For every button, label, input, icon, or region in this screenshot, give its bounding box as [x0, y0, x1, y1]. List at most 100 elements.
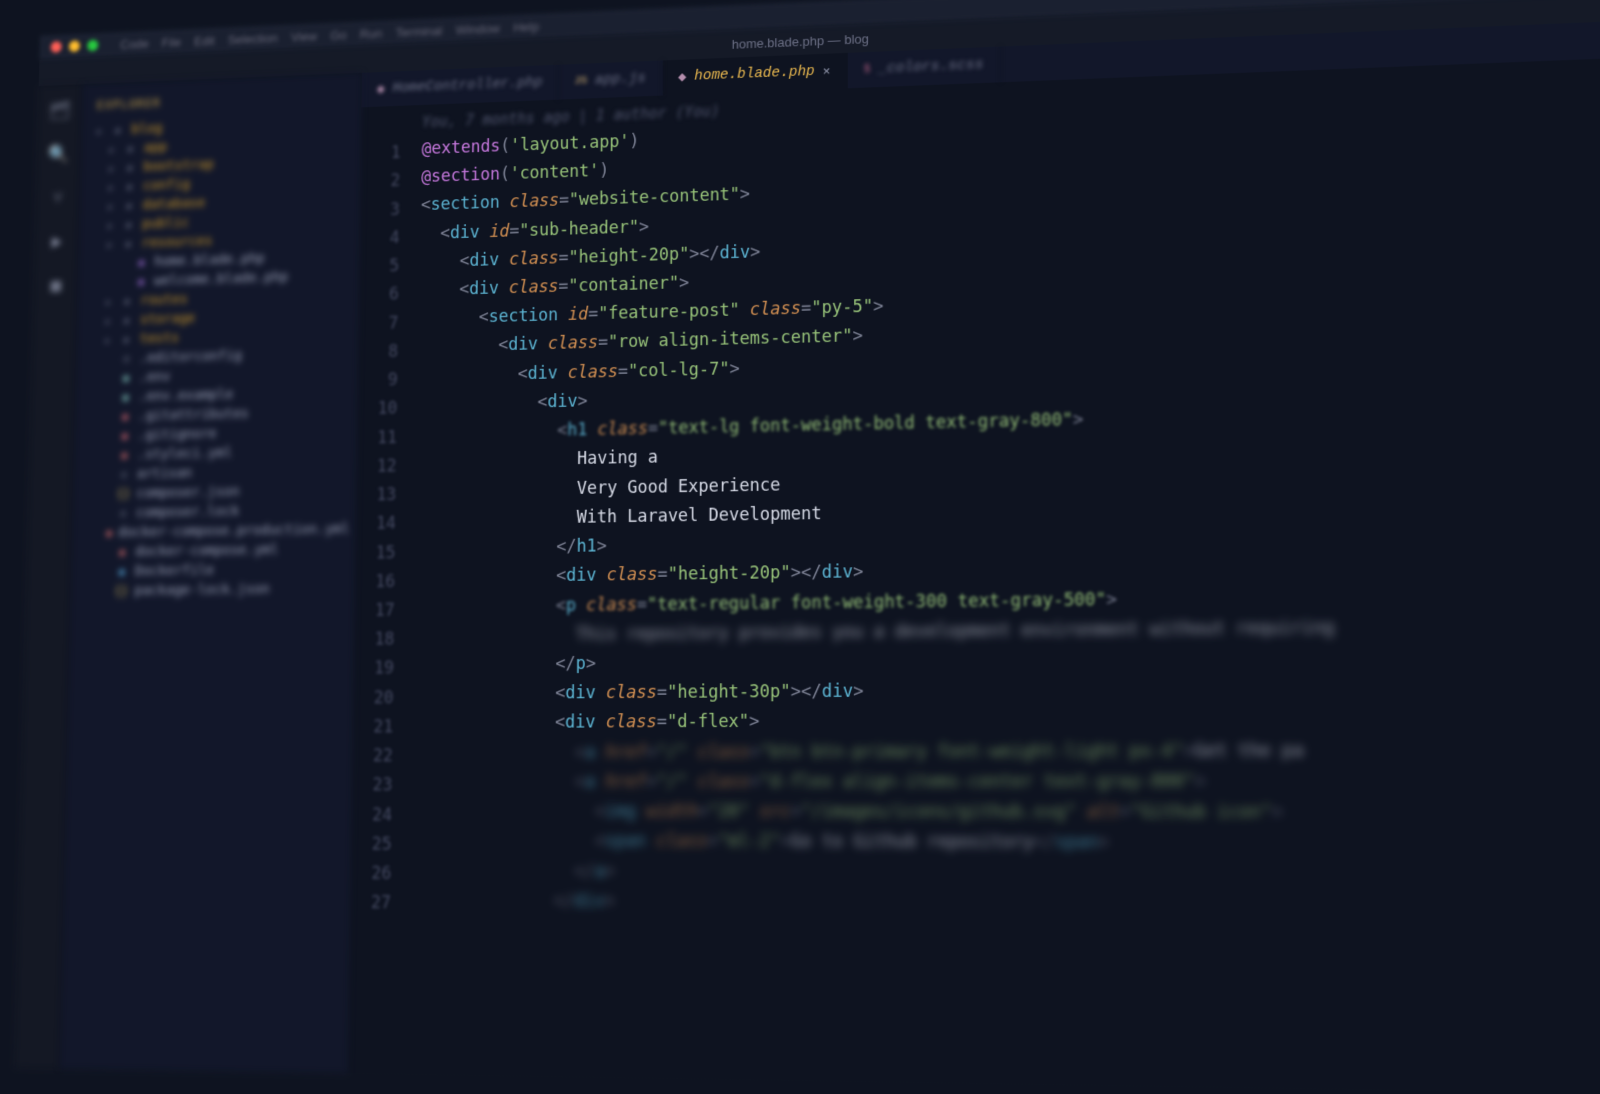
file-label: composer.json	[136, 484, 239, 501]
code-line[interactable]: <img width="20" src="/images/icons/githu…	[413, 798, 1600, 830]
chevron-right-icon: ▸	[108, 181, 117, 194]
js-file-icon: JS	[574, 75, 587, 87]
docker-file-icon: ◆	[114, 565, 129, 579]
menu-item[interactable]: Run	[360, 26, 383, 41]
file-label: .gitattributes	[138, 406, 249, 424]
generic-file-icon: ▫	[119, 352, 134, 366]
file-label: .editorconfig	[139, 348, 242, 366]
menu-item[interactable]: View	[291, 29, 317, 44]
extensions-icon[interactable]: ▦	[44, 272, 68, 297]
explorer-panel: EXPLORER ▸▸blog▸▸app▸▸bootstrap▸▸config▸…	[60, 73, 362, 1073]
menu-item[interactable]: Selection	[228, 30, 278, 46]
json-file-icon: {}	[116, 487, 131, 501]
menu-item[interactable]: Help	[513, 19, 539, 35]
code-line[interactable]: <span class="ml-2">Go to Github reposito…	[413, 827, 1600, 861]
code-line[interactable]: </div>	[412, 886, 1600, 924]
file-label: Dockerfile	[135, 563, 215, 580]
tab-label: app.js	[595, 71, 646, 89]
minimize-window-icon[interactable]	[69, 40, 80, 52]
file-label: app	[144, 140, 168, 156]
menu-item[interactable]: File	[162, 34, 182, 49]
file-label: tests	[140, 330, 180, 346]
code-content[interactable]: You, 7 months ago | 1 author (You)@exten…	[406, 64, 1600, 1094]
menu-item[interactable]: Window	[456, 21, 500, 37]
file-label: docker-compose.yml	[135, 542, 278, 560]
explorer-icon[interactable]: 🗂	[48, 98, 72, 123]
editor-group: ◆ HomeController.php JS app.js ◆ home.blade.p…	[348, 21, 1600, 1094]
chevron-right-icon: ▸	[107, 219, 117, 232]
file-label: .gitignore	[138, 426, 217, 443]
chevron-right-icon: ▸	[96, 124, 105, 137]
file-label: .styleci.yml	[137, 445, 232, 462]
env-file-icon: ◆	[118, 371, 133, 385]
close-tab-icon[interactable]: ×	[823, 64, 831, 79]
line-number-gutter: 1234567891011121314151617181920212223242…	[348, 111, 419, 1074]
menu-item[interactable]: Terminal	[396, 23, 443, 39]
file-label: resources	[142, 233, 213, 251]
chevron-right-icon: ▸	[105, 314, 115, 327]
folder-file-icon: ▸	[122, 218, 137, 232]
file-label: .env.example	[138, 387, 233, 405]
chevron-right-icon: ▸	[108, 162, 117, 175]
search-icon[interactable]: 🔍	[47, 141, 71, 166]
json-file-icon: {}	[114, 584, 129, 598]
menu-item[interactable]: Edit	[194, 33, 215, 48]
scss-file-icon: §	[863, 64, 870, 76]
code-line[interactable]: <a href="/" class="d-flex align-items-ce…	[414, 766, 1600, 797]
file-label: database	[142, 195, 205, 212]
editor-tab[interactable]: § _colors.scss	[847, 47, 1000, 89]
chevron-right-icon: ▸	[106, 238, 116, 251]
file-label: docker-compose.production.yml	[118, 521, 350, 540]
yml-file-icon: ◆	[115, 545, 130, 559]
folder-file-icon: ▸	[111, 123, 126, 137]
folder-file-icon: ▸	[122, 180, 137, 194]
code-line[interactable]: <div class="d-flex">	[414, 704, 1600, 739]
menu-item[interactable]: Go	[330, 27, 347, 42]
file-label: package-lock.json	[134, 581, 270, 598]
php-file-icon: ◆	[678, 70, 686, 84]
git-file-icon: ◆	[117, 410, 132, 424]
file-label: home.blade.php	[154, 251, 265, 270]
code-line[interactable]: <a href="/" class="btn btn-primary font-…	[414, 735, 1600, 768]
generic-file-icon: ▫	[115, 506, 130, 520]
file-label: bootstrap	[143, 157, 214, 175]
file-label: public	[142, 215, 189, 232]
chevron-right-icon: ▸	[107, 200, 117, 213]
git-file-icon: ◆	[117, 429, 132, 443]
env-file-icon: ◆	[118, 390, 133, 404]
menu-item[interactable]: Code	[120, 36, 149, 51]
file-item[interactable]: {} package-lock.json	[78, 579, 347, 602]
file-label: composer.lock	[136, 504, 239, 521]
tab-label: home.blade.php	[694, 64, 815, 84]
file-label: routes	[140, 292, 187, 309]
folder-file-icon: ▸	[120, 294, 135, 308]
php-file-icon: ◆	[134, 255, 149, 269]
source-control-icon[interactable]: ⑂	[46, 185, 70, 210]
zoom-window-icon[interactable]	[87, 40, 98, 52]
file-label: welcome.blade.php	[154, 269, 289, 288]
folder-file-icon: ▸	[123, 161, 138, 175]
yml-file-icon: ◆	[117, 448, 132, 462]
folder-file-icon: ▸	[122, 199, 137, 213]
close-window-icon[interactable]	[51, 41, 62, 53]
tab-label: HomeController.php	[392, 75, 542, 96]
file-tree: ▸ ▸ blog ▸ ▸ app ▸ ▸ bootstrap ▸ ▸ config ▸ ▸ database…	[78, 111, 354, 601]
code-editor[interactable]: 1234567891011121314151617181920212223242…	[348, 58, 1600, 1094]
window-title-text: home.blade.php — blog	[732, 31, 869, 51]
debug-icon[interactable]: ▶	[45, 228, 69, 253]
generic-file-icon: ▫	[116, 468, 131, 482]
folder-file-icon: ▸	[121, 237, 136, 251]
editor-tab[interactable]: JS app.js	[559, 60, 663, 99]
yml-file-icon: ◆	[106, 526, 113, 540]
file-label: .env	[139, 369, 171, 385]
folder-file-icon: ▸	[123, 142, 138, 156]
file-label: artisan	[137, 465, 193, 482]
file-label: blog	[131, 121, 162, 137]
window-controls[interactable]	[51, 40, 99, 53]
tab-label: _colors.scss	[878, 57, 983, 77]
file-label: config	[143, 177, 190, 194]
file-label: storage	[140, 311, 195, 328]
editor-window: Code File Edit Selection View Go Run Ter…	[15, 0, 1600, 1094]
php-file-icon: ◆	[377, 82, 385, 96]
chevron-right-icon: ▸	[104, 334, 114, 347]
